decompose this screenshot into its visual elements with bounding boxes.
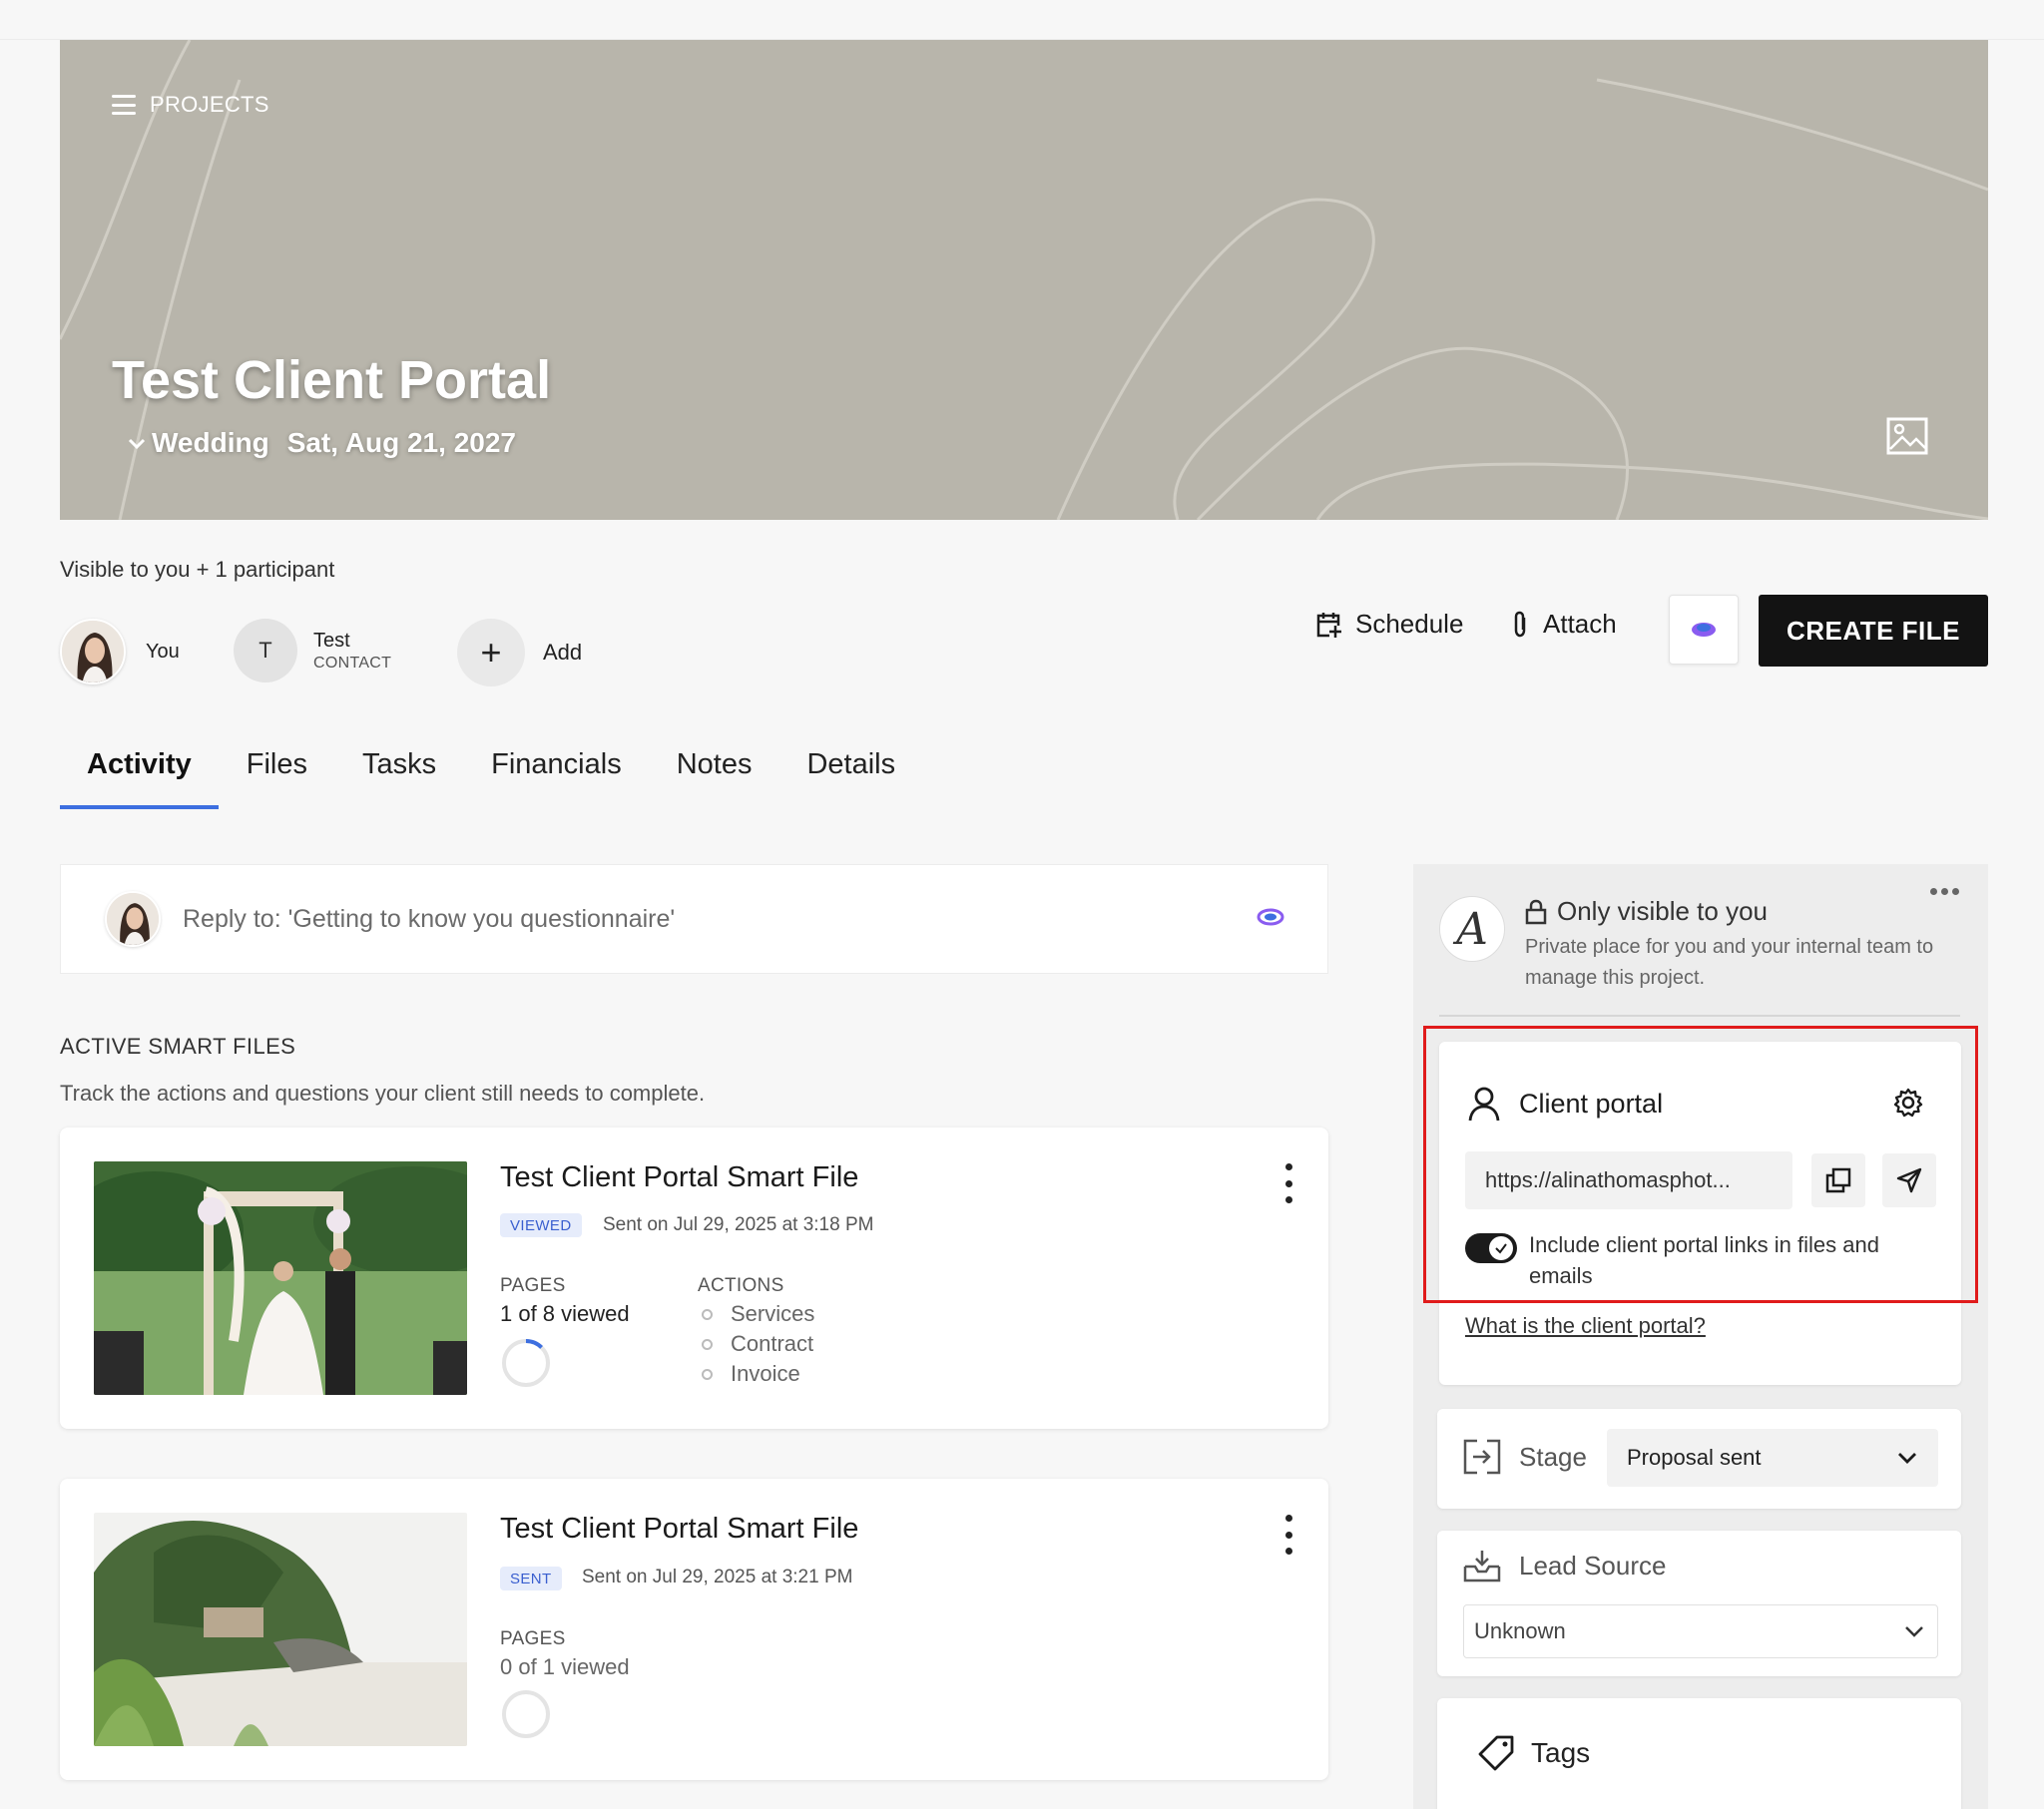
- create-file-button[interactable]: CREATE FILE: [1759, 595, 1988, 667]
- paperclip-icon: [1514, 611, 1526, 637]
- action-services: Services: [731, 1301, 815, 1326]
- smart-files-heading: ACTIVE SMART FILES: [60, 1034, 296, 1059]
- more-options-icon[interactable]: [1278, 1163, 1298, 1203]
- smart-files-subtitle: Track the actions and questions your cli…: [60, 1081, 706, 1106]
- menu-icon: [112, 95, 136, 115]
- smart-file-thumbnail: [94, 1513, 467, 1746]
- project-type: Wedding: [152, 427, 269, 458]
- tab-tasks[interactable]: Tasks: [362, 738, 436, 809]
- tab-financials[interactable]: Financials: [491, 738, 622, 809]
- sent-timestamp: Sent on Jul 29, 2025 at 3:21 PM: [582, 1567, 853, 1587]
- stage-value: Proposal sent: [1627, 1445, 1762, 1470]
- reply-input[interactable]: Reply to: 'Getting to know you questionn…: [60, 864, 1328, 974]
- ai-sparkle-icon[interactable]: [1256, 905, 1285, 929]
- internal-title: Only visible to you: [1525, 896, 1768, 927]
- pages-label: PAGES: [500, 1275, 566, 1296]
- smart-file-thumbnail: [94, 1161, 467, 1395]
- pages-viewed: 1 of 8 viewed: [500, 1301, 630, 1326]
- client-portal-help-link[interactable]: What is the client portal?: [1465, 1313, 1706, 1339]
- project-type-dropdown[interactable]: Wedding: [126, 427, 269, 459]
- stage-label-group: Stage: [1463, 1439, 1587, 1475]
- attach-label: Attach: [1543, 609, 1617, 639]
- project-date: Sat, Aug 21, 2027: [286, 427, 516, 458]
- smart-file-title[interactable]: Test Client Portal Smart File: [500, 1513, 858, 1546]
- project-title: Test Client Portal: [112, 350, 552, 410]
- lead-source-label-group: Lead Source: [1463, 1549, 1666, 1583]
- highlight-box: [1423, 1026, 1978, 1303]
- lead-source-value: Unknown: [1474, 1618, 1566, 1643]
- ai-sparkle-icon: [1692, 623, 1716, 637]
- add-participant-label: Add: [543, 640, 583, 665]
- stage-icon: [1463, 1439, 1501, 1475]
- project-banner: PROJECTS Test Client Portal Wedding Sat,…: [60, 40, 1988, 520]
- smart-file-card[interactable]: Test Client Portal Smart File SENT Sent …: [60, 1479, 1328, 1780]
- status-badge: VIEWED: [500, 1213, 582, 1237]
- stage-label: Stage: [1519, 1441, 1587, 1472]
- plus-icon: +: [457, 619, 525, 686]
- lead-source-label: Lead Source: [1519, 1550, 1667, 1581]
- action-contract: Contract: [731, 1331, 814, 1356]
- contact-name: Test: [313, 629, 350, 652]
- smart-file-title[interactable]: Test Client Portal Smart File: [500, 1161, 858, 1194]
- tags-label: Tags: [1531, 1737, 1591, 1768]
- projects-nav-link[interactable]: PROJECTS: [112, 92, 269, 118]
- attach-button[interactable]: Attach: [1509, 609, 1617, 640]
- calendar-icon: [1316, 612, 1341, 638]
- lock-icon: [1525, 899, 1547, 924]
- more-options-icon[interactable]: [1930, 888, 1959, 895]
- more-options-icon[interactable]: [1278, 1515, 1298, 1555]
- contact-role: CONTACT: [313, 654, 392, 672]
- chevron-down-icon: [128, 438, 146, 450]
- visibility-info: Visible to you + 1 participant: [60, 557, 335, 582]
- action-item: Contract: [702, 1331, 813, 1357]
- chevron-down-icon: [1898, 1453, 1916, 1464]
- schedule-button[interactable]: Schedule: [1315, 609, 1463, 640]
- pages-progress-ring: [502, 1339, 550, 1387]
- actions-label: ACTIONS: [698, 1275, 784, 1296]
- pages-viewed: 0 of 1 viewed: [500, 1654, 630, 1679]
- smart-file-card[interactable]: Test Client Portal Smart File VIEWED Sen…: [60, 1128, 1328, 1429]
- contact-avatar: T: [234, 619, 297, 682]
- avatar: [60, 619, 126, 684]
- inbox-download-icon: [1463, 1551, 1501, 1583]
- sent-timestamp: Sent on Jul 29, 2025 at 3:18 PM: [603, 1214, 874, 1235]
- divider: [1439, 1015, 1960, 1017]
- pages-progress-ring: [502, 1690, 550, 1738]
- tab-activity[interactable]: Activity: [60, 738, 219, 809]
- ai-assistant-button[interactable]: [1669, 595, 1739, 665]
- action-invoice: Invoice: [731, 1361, 800, 1386]
- participant-test[interactable]: T Test CONTACT: [234, 619, 391, 682]
- projects-label: PROJECTS: [150, 92, 269, 117]
- internal-title-text: Only visible to you: [1557, 896, 1768, 926]
- action-item: Services: [702, 1301, 814, 1327]
- change-cover-image-icon[interactable]: [1886, 417, 1928, 455]
- lead-source-dropdown[interactable]: Unknown: [1463, 1604, 1938, 1658]
- schedule-label: Schedule: [1355, 609, 1464, 639]
- top-bar: [0, 0, 2044, 40]
- tags-header[interactable]: Tags: [1477, 1734, 1590, 1772]
- pages-label: PAGES: [500, 1628, 566, 1649]
- internal-description: Private place for you and your internal …: [1525, 936, 1934, 989]
- status-badge: SENT: [500, 1567, 562, 1590]
- action-item: Invoice: [702, 1361, 800, 1387]
- project-tabs: Activity Files Tasks Financials Notes De…: [60, 738, 950, 809]
- stage-dropdown[interactable]: Proposal sent: [1607, 1429, 1938, 1487]
- participant-you-label: You: [146, 640, 180, 663]
- tag-icon: [1478, 1735, 1514, 1771]
- avatar: [105, 891, 161, 947]
- tab-details[interactable]: Details: [806, 738, 895, 809]
- project-meta: Wedding Sat, Aug 21, 2027: [126, 427, 516, 459]
- tab-files[interactable]: Files: [247, 738, 307, 809]
- chevron-down-icon: [1905, 1626, 1923, 1637]
- reply-placeholder: Reply to: 'Getting to know you questionn…: [183, 904, 676, 933]
- studio-logo: A: [1439, 896, 1505, 962]
- tab-notes[interactable]: Notes: [677, 738, 753, 809]
- participant-you[interactable]: You: [60, 619, 180, 684]
- add-participant-button[interactable]: + Add: [457, 619, 582, 686]
